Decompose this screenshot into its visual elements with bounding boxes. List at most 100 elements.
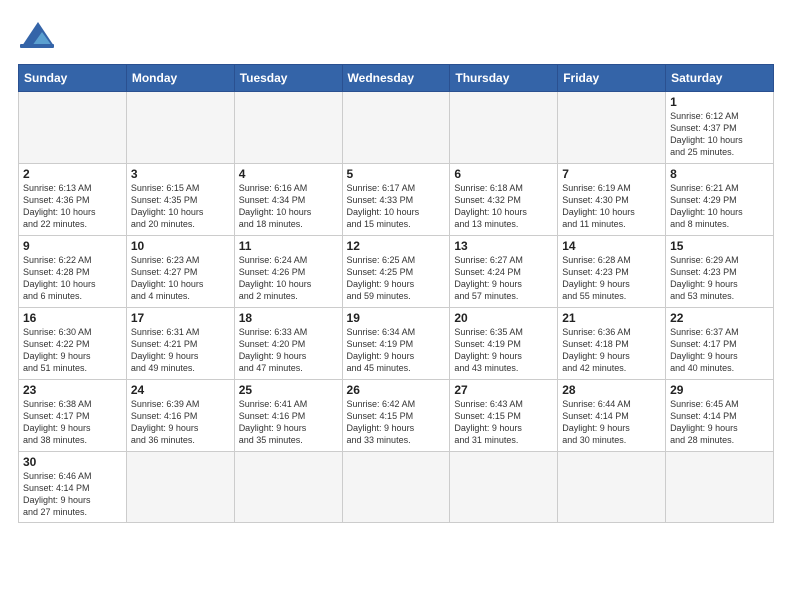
day-info: Sunrise: 6:25 AM Sunset: 4:25 PM Dayligh… xyxy=(347,254,446,303)
day-info: Sunrise: 6:35 AM Sunset: 4:19 PM Dayligh… xyxy=(454,326,553,375)
calendar-cell: 16Sunrise: 6:30 AM Sunset: 4:22 PM Dayli… xyxy=(19,308,127,380)
calendar-cell: 9Sunrise: 6:22 AM Sunset: 4:28 PM Daylig… xyxy=(19,236,127,308)
calendar-cell xyxy=(126,452,234,523)
calendar-cell: 13Sunrise: 6:27 AM Sunset: 4:24 PM Dayli… xyxy=(450,236,558,308)
day-number: 11 xyxy=(239,239,338,253)
day-info: Sunrise: 6:18 AM Sunset: 4:32 PM Dayligh… xyxy=(454,182,553,231)
calendar-cell: 30Sunrise: 6:46 AM Sunset: 4:14 PM Dayli… xyxy=(19,452,127,523)
day-info: Sunrise: 6:38 AM Sunset: 4:17 PM Dayligh… xyxy=(23,398,122,447)
calendar-cell: 19Sunrise: 6:34 AM Sunset: 4:19 PM Dayli… xyxy=(342,308,450,380)
day-info: Sunrise: 6:16 AM Sunset: 4:34 PM Dayligh… xyxy=(239,182,338,231)
calendar-cell: 10Sunrise: 6:23 AM Sunset: 4:27 PM Dayli… xyxy=(126,236,234,308)
calendar-cell: 2Sunrise: 6:13 AM Sunset: 4:36 PM Daylig… xyxy=(19,164,127,236)
calendar-cell: 21Sunrise: 6:36 AM Sunset: 4:18 PM Dayli… xyxy=(558,308,666,380)
weekday-header-row: SundayMondayTuesdayWednesdayThursdayFrid… xyxy=(19,65,774,92)
day-number: 8 xyxy=(670,167,769,181)
day-number: 23 xyxy=(23,383,122,397)
day-info: Sunrise: 6:17 AM Sunset: 4:33 PM Dayligh… xyxy=(347,182,446,231)
calendar-week-row: 1Sunrise: 6:12 AM Sunset: 4:37 PM Daylig… xyxy=(19,92,774,164)
weekday-header-sunday: Sunday xyxy=(19,65,127,92)
day-number: 5 xyxy=(347,167,446,181)
day-number: 20 xyxy=(454,311,553,325)
calendar-cell xyxy=(666,452,774,523)
day-number: 3 xyxy=(131,167,230,181)
day-info: Sunrise: 6:45 AM Sunset: 4:14 PM Dayligh… xyxy=(670,398,769,447)
calendar-table: SundayMondayTuesdayWednesdayThursdayFrid… xyxy=(18,64,774,523)
calendar-cell xyxy=(19,92,127,164)
day-info: Sunrise: 6:33 AM Sunset: 4:20 PM Dayligh… xyxy=(239,326,338,375)
calendar-cell xyxy=(342,452,450,523)
logo xyxy=(18,18,60,54)
day-number: 15 xyxy=(670,239,769,253)
generalblue-logo-icon xyxy=(18,18,56,54)
day-number: 4 xyxy=(239,167,338,181)
day-number: 30 xyxy=(23,455,122,469)
day-info: Sunrise: 6:31 AM Sunset: 4:21 PM Dayligh… xyxy=(131,326,230,375)
calendar-cell: 23Sunrise: 6:38 AM Sunset: 4:17 PM Dayli… xyxy=(19,380,127,452)
day-number: 24 xyxy=(131,383,230,397)
day-number: 17 xyxy=(131,311,230,325)
day-info: Sunrise: 6:24 AM Sunset: 4:26 PM Dayligh… xyxy=(239,254,338,303)
day-number: 28 xyxy=(562,383,661,397)
day-number: 9 xyxy=(23,239,122,253)
day-info: Sunrise: 6:43 AM Sunset: 4:15 PM Dayligh… xyxy=(454,398,553,447)
day-info: Sunrise: 6:30 AM Sunset: 4:22 PM Dayligh… xyxy=(23,326,122,375)
calendar-week-row: 16Sunrise: 6:30 AM Sunset: 4:22 PM Dayli… xyxy=(19,308,774,380)
day-number: 16 xyxy=(23,311,122,325)
calendar-cell: 5Sunrise: 6:17 AM Sunset: 4:33 PM Daylig… xyxy=(342,164,450,236)
day-number: 10 xyxy=(131,239,230,253)
day-number: 29 xyxy=(670,383,769,397)
day-info: Sunrise: 6:34 AM Sunset: 4:19 PM Dayligh… xyxy=(347,326,446,375)
day-info: Sunrise: 6:21 AM Sunset: 4:29 PM Dayligh… xyxy=(670,182,769,231)
calendar-cell xyxy=(234,92,342,164)
calendar-cell: 1Sunrise: 6:12 AM Sunset: 4:37 PM Daylig… xyxy=(666,92,774,164)
day-info: Sunrise: 6:19 AM Sunset: 4:30 PM Dayligh… xyxy=(562,182,661,231)
calendar-cell: 24Sunrise: 6:39 AM Sunset: 4:16 PM Dayli… xyxy=(126,380,234,452)
day-info: Sunrise: 6:15 AM Sunset: 4:35 PM Dayligh… xyxy=(131,182,230,231)
calendar-cell: 29Sunrise: 6:45 AM Sunset: 4:14 PM Dayli… xyxy=(666,380,774,452)
calendar-cell: 7Sunrise: 6:19 AM Sunset: 4:30 PM Daylig… xyxy=(558,164,666,236)
day-info: Sunrise: 6:12 AM Sunset: 4:37 PM Dayligh… xyxy=(670,110,769,159)
calendar-cell: 20Sunrise: 6:35 AM Sunset: 4:19 PM Dayli… xyxy=(450,308,558,380)
day-number: 12 xyxy=(347,239,446,253)
day-info: Sunrise: 6:42 AM Sunset: 4:15 PM Dayligh… xyxy=(347,398,446,447)
weekday-header-friday: Friday xyxy=(558,65,666,92)
day-info: Sunrise: 6:46 AM Sunset: 4:14 PM Dayligh… xyxy=(23,470,122,519)
header xyxy=(18,18,774,54)
day-number: 14 xyxy=(562,239,661,253)
calendar-cell: 27Sunrise: 6:43 AM Sunset: 4:15 PM Dayli… xyxy=(450,380,558,452)
day-info: Sunrise: 6:41 AM Sunset: 4:16 PM Dayligh… xyxy=(239,398,338,447)
calendar-cell: 6Sunrise: 6:18 AM Sunset: 4:32 PM Daylig… xyxy=(450,164,558,236)
weekday-header-wednesday: Wednesday xyxy=(342,65,450,92)
day-number: 18 xyxy=(239,311,338,325)
day-number: 21 xyxy=(562,311,661,325)
weekday-header-saturday: Saturday xyxy=(666,65,774,92)
weekday-header-monday: Monday xyxy=(126,65,234,92)
calendar-cell: 17Sunrise: 6:31 AM Sunset: 4:21 PM Dayli… xyxy=(126,308,234,380)
calendar-cell xyxy=(558,92,666,164)
day-info: Sunrise: 6:22 AM Sunset: 4:28 PM Dayligh… xyxy=(23,254,122,303)
calendar-cell: 14Sunrise: 6:28 AM Sunset: 4:23 PM Dayli… xyxy=(558,236,666,308)
weekday-header-tuesday: Tuesday xyxy=(234,65,342,92)
day-info: Sunrise: 6:28 AM Sunset: 4:23 PM Dayligh… xyxy=(562,254,661,303)
calendar-cell: 12Sunrise: 6:25 AM Sunset: 4:25 PM Dayli… xyxy=(342,236,450,308)
day-number: 2 xyxy=(23,167,122,181)
calendar-cell: 22Sunrise: 6:37 AM Sunset: 4:17 PM Dayli… xyxy=(666,308,774,380)
day-info: Sunrise: 6:23 AM Sunset: 4:27 PM Dayligh… xyxy=(131,254,230,303)
calendar-cell: 28Sunrise: 6:44 AM Sunset: 4:14 PM Dayli… xyxy=(558,380,666,452)
calendar-cell xyxy=(450,92,558,164)
calendar-cell: 25Sunrise: 6:41 AM Sunset: 4:16 PM Dayli… xyxy=(234,380,342,452)
calendar-cell xyxy=(234,452,342,523)
day-number: 13 xyxy=(454,239,553,253)
day-number: 1 xyxy=(670,95,769,109)
day-number: 25 xyxy=(239,383,338,397)
calendar-week-row: 2Sunrise: 6:13 AM Sunset: 4:36 PM Daylig… xyxy=(19,164,774,236)
day-number: 27 xyxy=(454,383,553,397)
day-number: 22 xyxy=(670,311,769,325)
weekday-header-thursday: Thursday xyxy=(450,65,558,92)
calendar-cell: 8Sunrise: 6:21 AM Sunset: 4:29 PM Daylig… xyxy=(666,164,774,236)
calendar-cell xyxy=(558,452,666,523)
day-info: Sunrise: 6:29 AM Sunset: 4:23 PM Dayligh… xyxy=(670,254,769,303)
day-info: Sunrise: 6:39 AM Sunset: 4:16 PM Dayligh… xyxy=(131,398,230,447)
calendar-cell: 15Sunrise: 6:29 AM Sunset: 4:23 PM Dayli… xyxy=(666,236,774,308)
